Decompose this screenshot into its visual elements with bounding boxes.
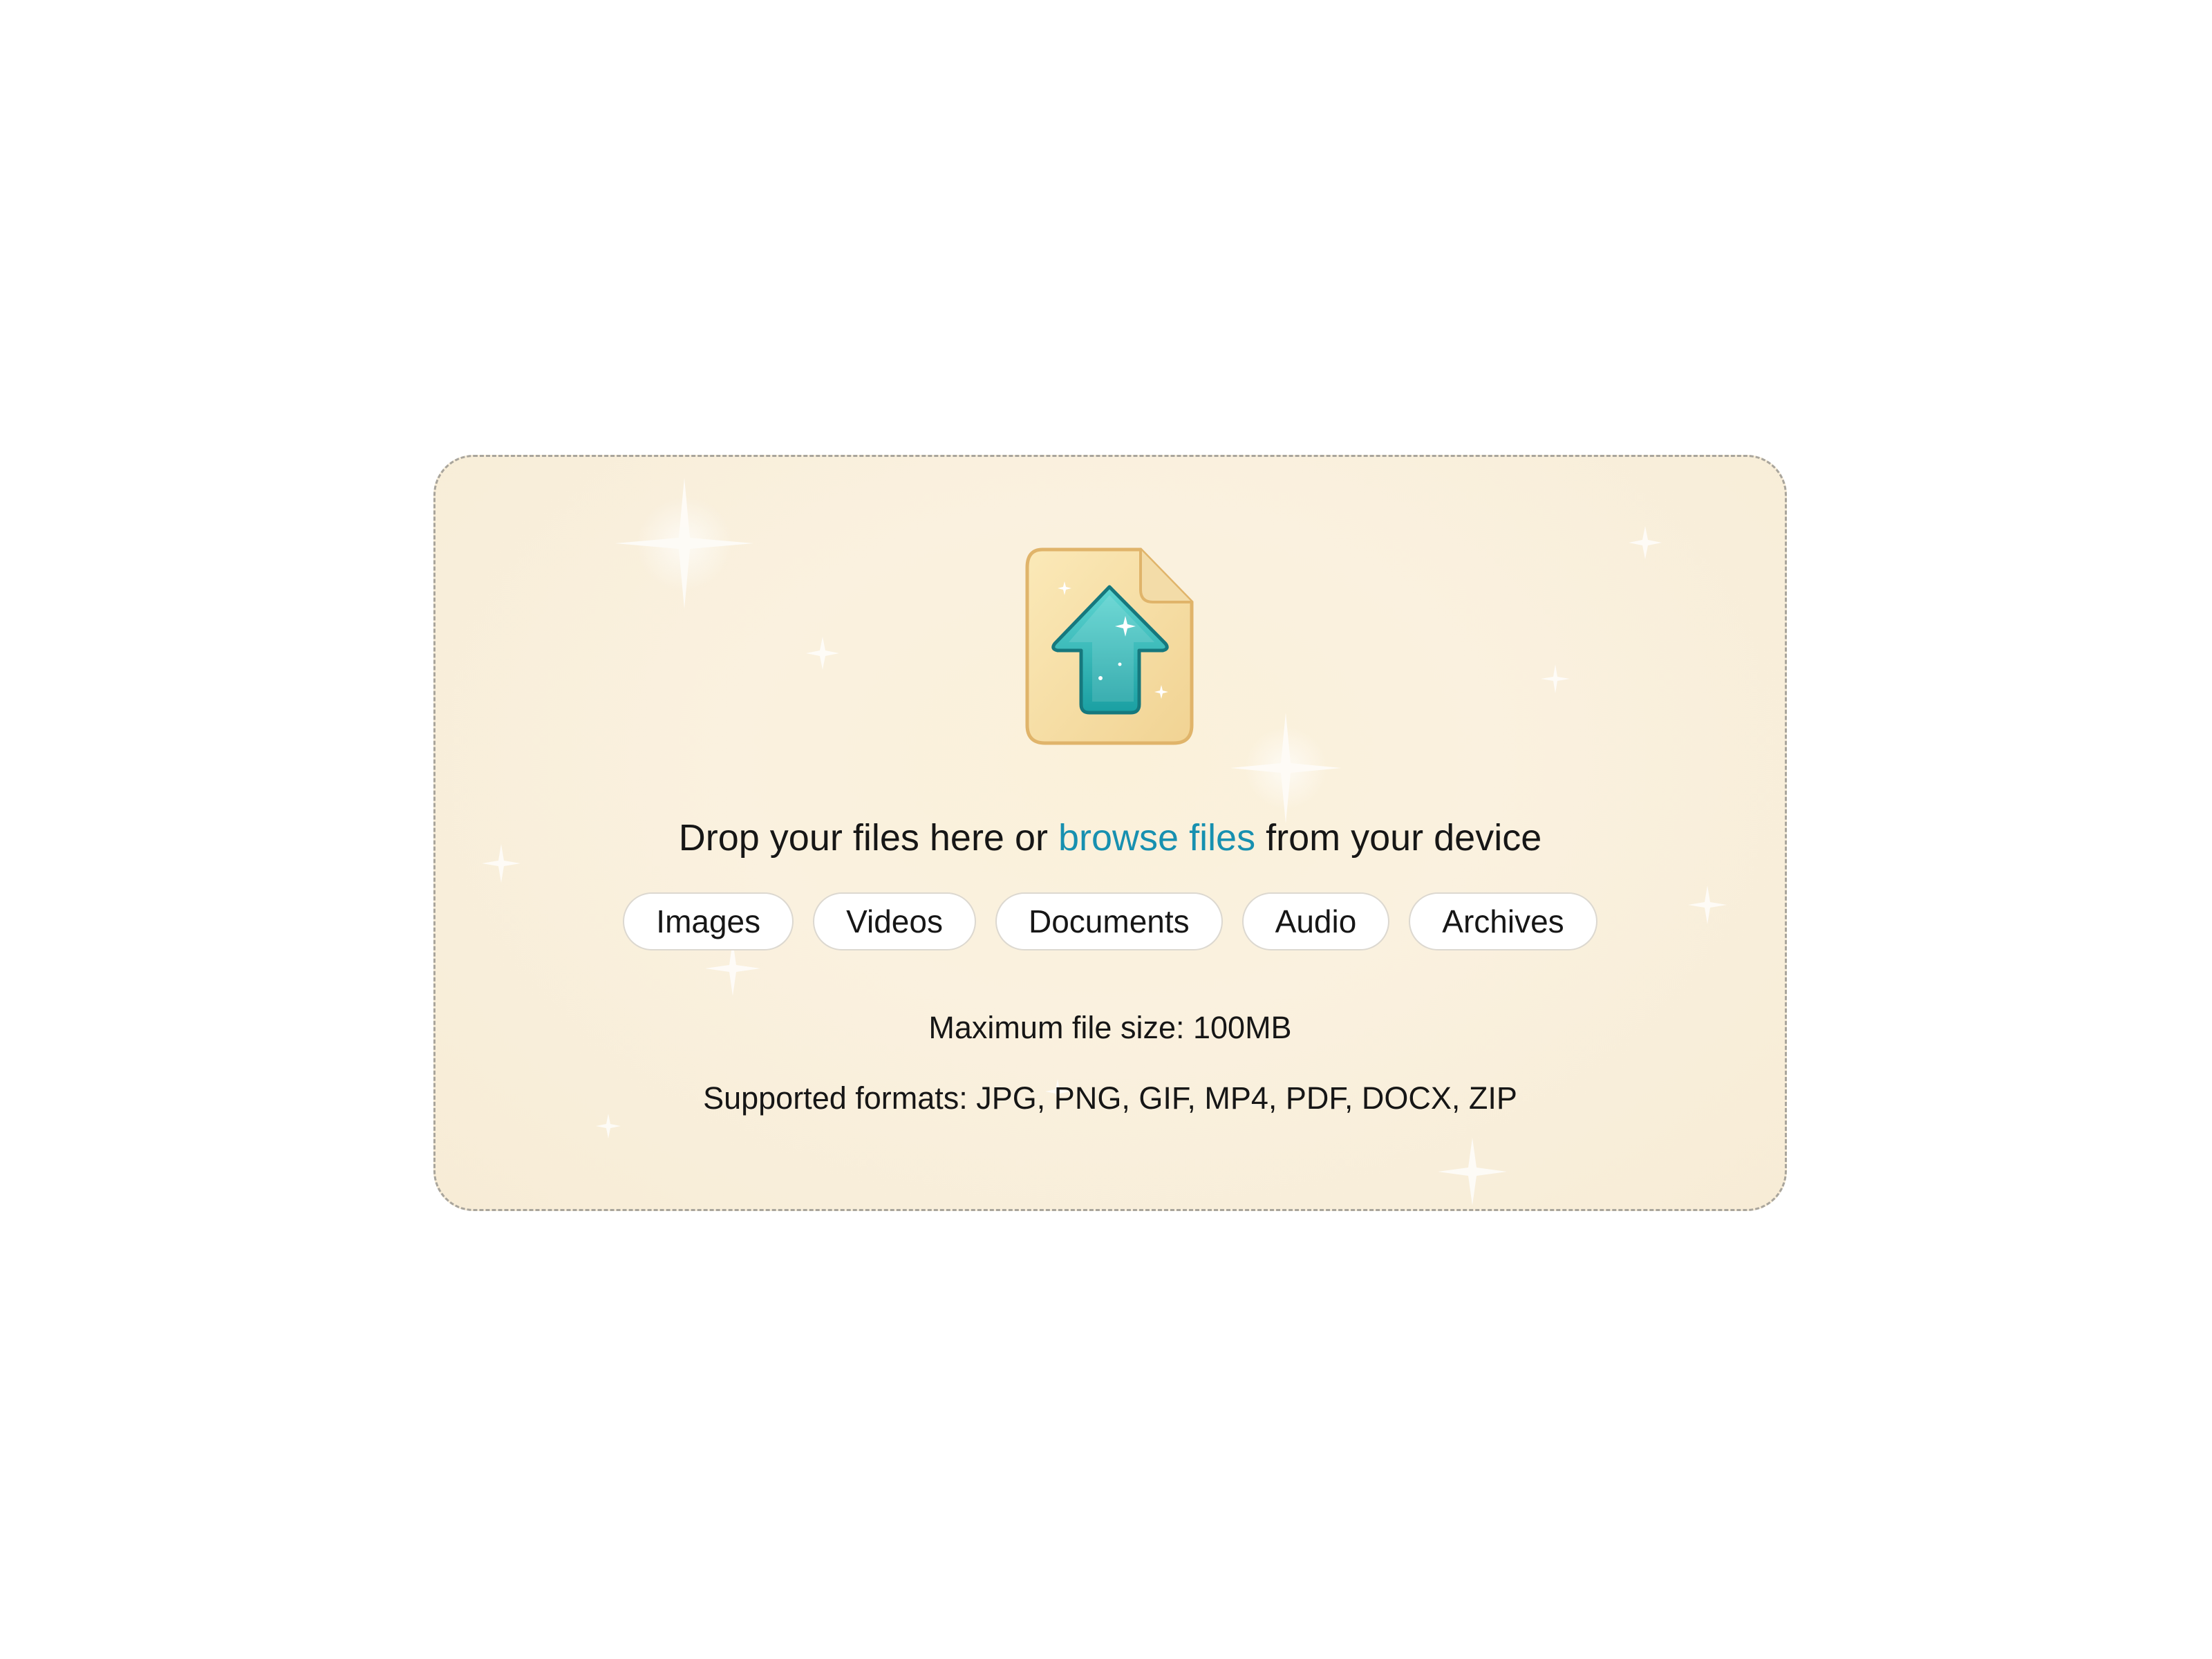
chip-images[interactable]: Images — [623, 892, 794, 950]
page: Drop your files here or browse files fro… — [0, 0, 2212, 1659]
max-file-size-text: Maximum file size: 100MB — [928, 1010, 1292, 1045]
chip-videos[interactable]: Videos — [813, 892, 976, 950]
file-dropzone[interactable]: Drop your files here or browse files fro… — [433, 455, 1787, 1211]
chip-archives[interactable]: Archives — [1409, 892, 1597, 950]
file-type-chips: Images Videos Documents Audio Archives — [435, 892, 1785, 950]
chip-documents[interactable]: Documents — [995, 892, 1223, 950]
browse-files-link[interactable]: browse files — [1058, 817, 1255, 859]
file-upload-arrow-icon — [1025, 547, 1194, 745]
dropzone-headline: Drop your files here or browse files fro… — [435, 816, 1785, 859]
chip-audio[interactable]: Audio — [1241, 892, 1390, 950]
headline-prefix: Drop your files here or — [678, 817, 1058, 859]
headline-suffix: from your device — [1255, 817, 1542, 859]
supported-formats-text: Supported formats: JPG, PNG, GIF, MP4, P… — [703, 1080, 1517, 1116]
